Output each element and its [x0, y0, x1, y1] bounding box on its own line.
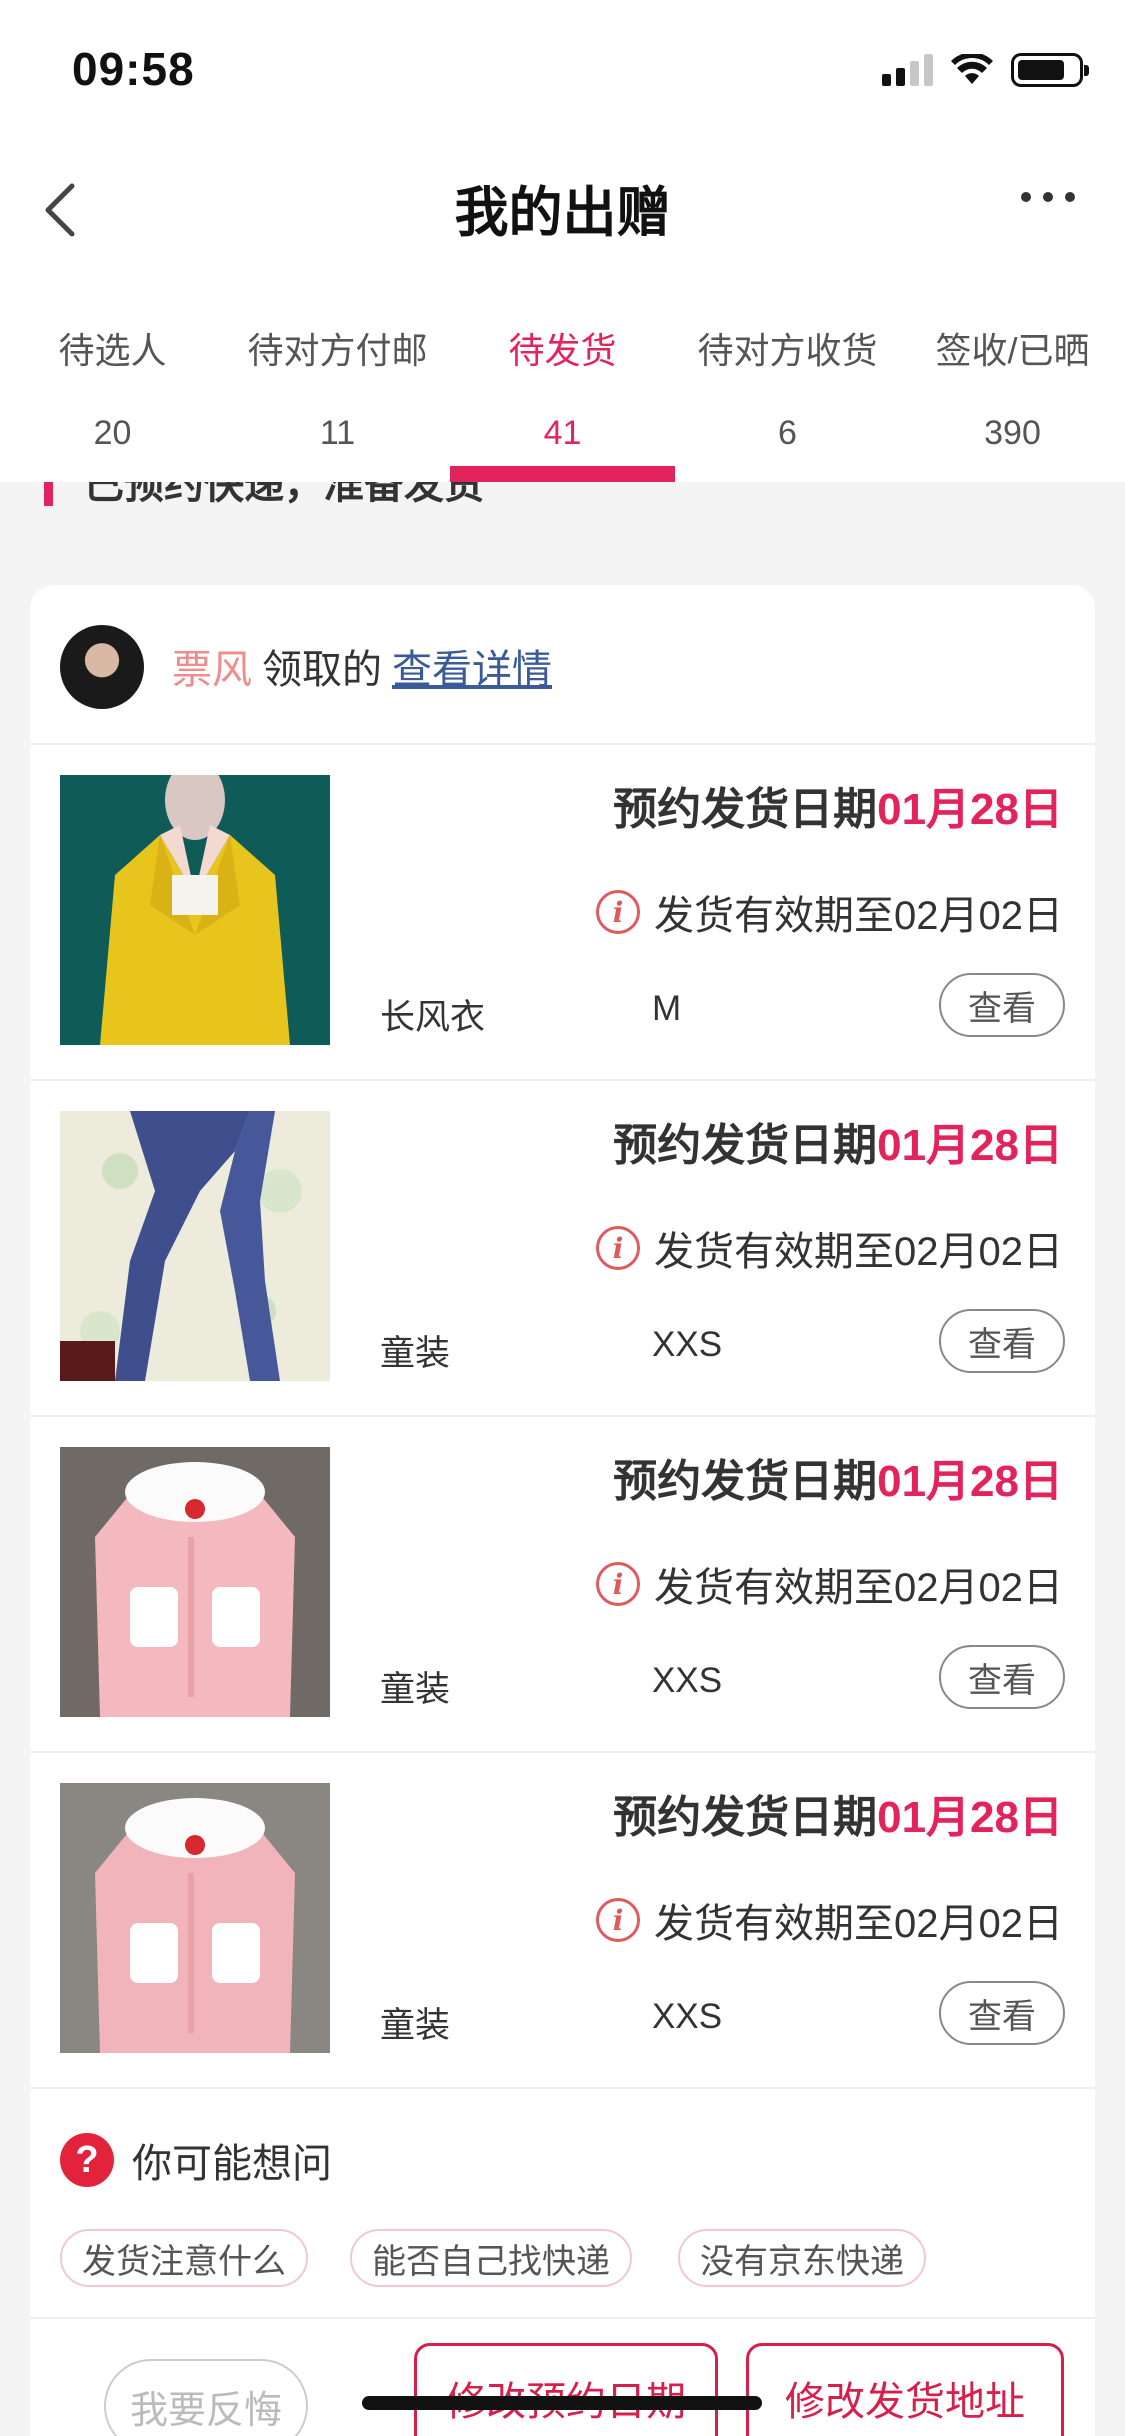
- faq-chip[interactable]: 没有京东快递: [678, 2229, 926, 2287]
- validity-text: 发货有效期至02月02日: [654, 1230, 1063, 1274]
- info-icon: i: [596, 890, 641, 934]
- scheduled-ship-date: 预约发货日期01月28日: [613, 1109, 1063, 1173]
- faq-chip[interactable]: 发货注意什么: [60, 2229, 308, 2287]
- view-button[interactable]: 查看: [939, 1645, 1065, 1709]
- tab-count: 6: [778, 414, 797, 452]
- faq-title: 你可能想问: [132, 2142, 332, 2186]
- item-name: 长风衣: [380, 998, 486, 1037]
- battery-icon: [1011, 53, 1089, 87]
- cellular-signal-icon: [882, 54, 933, 86]
- tab-pending-selection[interactable]: 待选人 20: [0, 290, 225, 482]
- order-card: 票风 领取的 查看详情 预约发货日期01月28日 i 发货有效期至02月02日 长风衣…: [30, 585, 1095, 2436]
- item-size: XXS: [652, 1661, 723, 1700]
- more-options-icon[interactable]: [1021, 192, 1075, 202]
- info-icon: i: [596, 1898, 641, 1942]
- ship-date-label: 预约发货日期: [613, 785, 878, 834]
- ship-validity: i 发货有效期至02月02日: [596, 1555, 1063, 1613]
- item-name: 童装: [380, 2006, 451, 2045]
- receiver-text: 领取的: [262, 648, 382, 692]
- faq-chip[interactable]: 能否自己找快递: [350, 2229, 632, 2287]
- validity-text: 发货有效期至02月02日: [654, 1902, 1063, 1946]
- ship-date-label: 预约发货日期: [613, 1457, 878, 1506]
- ship-date-label: 预约发货日期: [613, 1793, 878, 1842]
- item-size: XXS: [652, 1997, 723, 2036]
- section-header-partial: 已预约快递，准备发货: [0, 482, 1125, 512]
- ship-date-value: 01月28日: [877, 785, 1063, 834]
- wifi-icon: [951, 54, 993, 84]
- tab-count: 390: [984, 414, 1041, 452]
- section-header-text: 已预约快递，准备发货: [84, 482, 484, 507]
- item-image-pink-pajamas[interactable]: [60, 1783, 330, 2053]
- status-icons: [882, 50, 1089, 90]
- ship-date-value: 01月28日: [877, 1121, 1063, 1170]
- item-image-pink-pajamas[interactable]: [60, 1447, 330, 1717]
- action-bar: 我要反悔 修改预约日期 修改发货地址: [30, 2319, 1095, 2436]
- regret-button[interactable]: 我要反悔: [104, 2359, 308, 2436]
- tab-count: 20: [93, 414, 132, 452]
- list-item[interactable]: 预约发货日期01月28日 i 发货有效期至02月02日 童装 XXS 查看: [30, 1081, 1095, 1417]
- tab-label: 待选人: [58, 330, 167, 371]
- question-icon: ?: [60, 2133, 114, 2187]
- status-tabs: 待选人 20 待对方付邮 11 待发货 41 待对方收货 6 签收/已晒 390: [0, 290, 1125, 482]
- view-details-link[interactable]: 查看详情: [392, 648, 552, 692]
- page-title: 我的出赠: [454, 183, 671, 243]
- tab-label: 待发货: [508, 330, 617, 371]
- tab-label: 待对方收货: [697, 330, 878, 371]
- tab-label: 签收/已晒: [935, 330, 1090, 371]
- tab-count: 11: [319, 414, 356, 452]
- scheduled-ship-date: 预约发货日期01月28日: [613, 1445, 1063, 1509]
- list-item[interactable]: 预约发货日期01月28日 i 发货有效期至02月02日 童装 XXS 查看: [30, 1417, 1095, 1753]
- item-image-blue-tights[interactable]: [60, 1111, 330, 1381]
- view-button[interactable]: 查看: [939, 1309, 1065, 1373]
- validity-text: 发货有效期至02月02日: [654, 1566, 1063, 1610]
- receiver-name[interactable]: 票风: [172, 648, 252, 692]
- ship-date-value: 01月28日: [877, 1793, 1063, 1842]
- nav-bar: 我的出赠: [0, 140, 1125, 290]
- scheduled-ship-date: 预约发货日期01月28日: [613, 1781, 1063, 1845]
- view-button[interactable]: 查看: [939, 973, 1065, 1037]
- scheduled-ship-date: 预约发货日期01月28日: [613, 773, 1063, 837]
- tab-pending-shipment[interactable]: 待发货 41: [450, 290, 675, 482]
- item-name: 童装: [380, 1334, 451, 1373]
- tab-label: 待对方付邮: [247, 330, 428, 371]
- list-item[interactable]: 预约发货日期01月28日 i 发货有效期至02月02日 童装 XXS 查看: [30, 1753, 1095, 2089]
- tab-count: 41: [543, 414, 582, 452]
- change-address-button[interactable]: 修改发货地址: [746, 2343, 1064, 2436]
- tab-received-shared[interactable]: 签收/已晒 390: [900, 290, 1125, 482]
- ship-validity: i 发货有效期至02月02日: [596, 1219, 1063, 1277]
- info-icon: i: [596, 1226, 641, 1270]
- home-indicator[interactable]: [362, 2396, 762, 2410]
- receiver-line: 票风 领取的 查看详情: [172, 637, 552, 695]
- ship-validity: i 发货有效期至02月02日: [596, 883, 1063, 941]
- info-icon: i: [596, 1562, 641, 1606]
- section-marker: [44, 482, 53, 506]
- change-date-button[interactable]: 修改预约日期: [414, 2343, 718, 2436]
- view-button[interactable]: 查看: [939, 1981, 1065, 2045]
- item-name: 童装: [380, 1670, 451, 1709]
- item-image-yellow-coat[interactable]: [60, 775, 330, 1045]
- tab-pending-postage[interactable]: 待对方付邮 11: [225, 290, 450, 482]
- faq-section: ? 你可能想问 发货注意什么 能否自己找快递 没有京东快递: [30, 2089, 1095, 2319]
- status-bar: 09:58: [0, 0, 1125, 140]
- item-size: M: [652, 989, 682, 1028]
- avatar[interactable]: [60, 625, 144, 709]
- ship-date-label: 预约发货日期: [613, 1121, 878, 1170]
- receiver-row: 票风 领取的 查看详情: [30, 585, 1095, 745]
- ship-date-value: 01月28日: [877, 1457, 1063, 1506]
- validity-text: 发货有效期至02月02日: [654, 894, 1063, 938]
- list-item[interactable]: 预约发货日期01月28日 i 发货有效期至02月02日 长风衣 M 查看: [30, 745, 1095, 1081]
- status-time: 09:58: [72, 43, 195, 95]
- ship-validity: i 发货有效期至02月02日: [596, 1891, 1063, 1949]
- faq-header: ? 你可能想问: [60, 2131, 332, 2189]
- tab-pending-receipt[interactable]: 待对方收货 6: [675, 290, 900, 482]
- item-size: XXS: [652, 1325, 723, 1364]
